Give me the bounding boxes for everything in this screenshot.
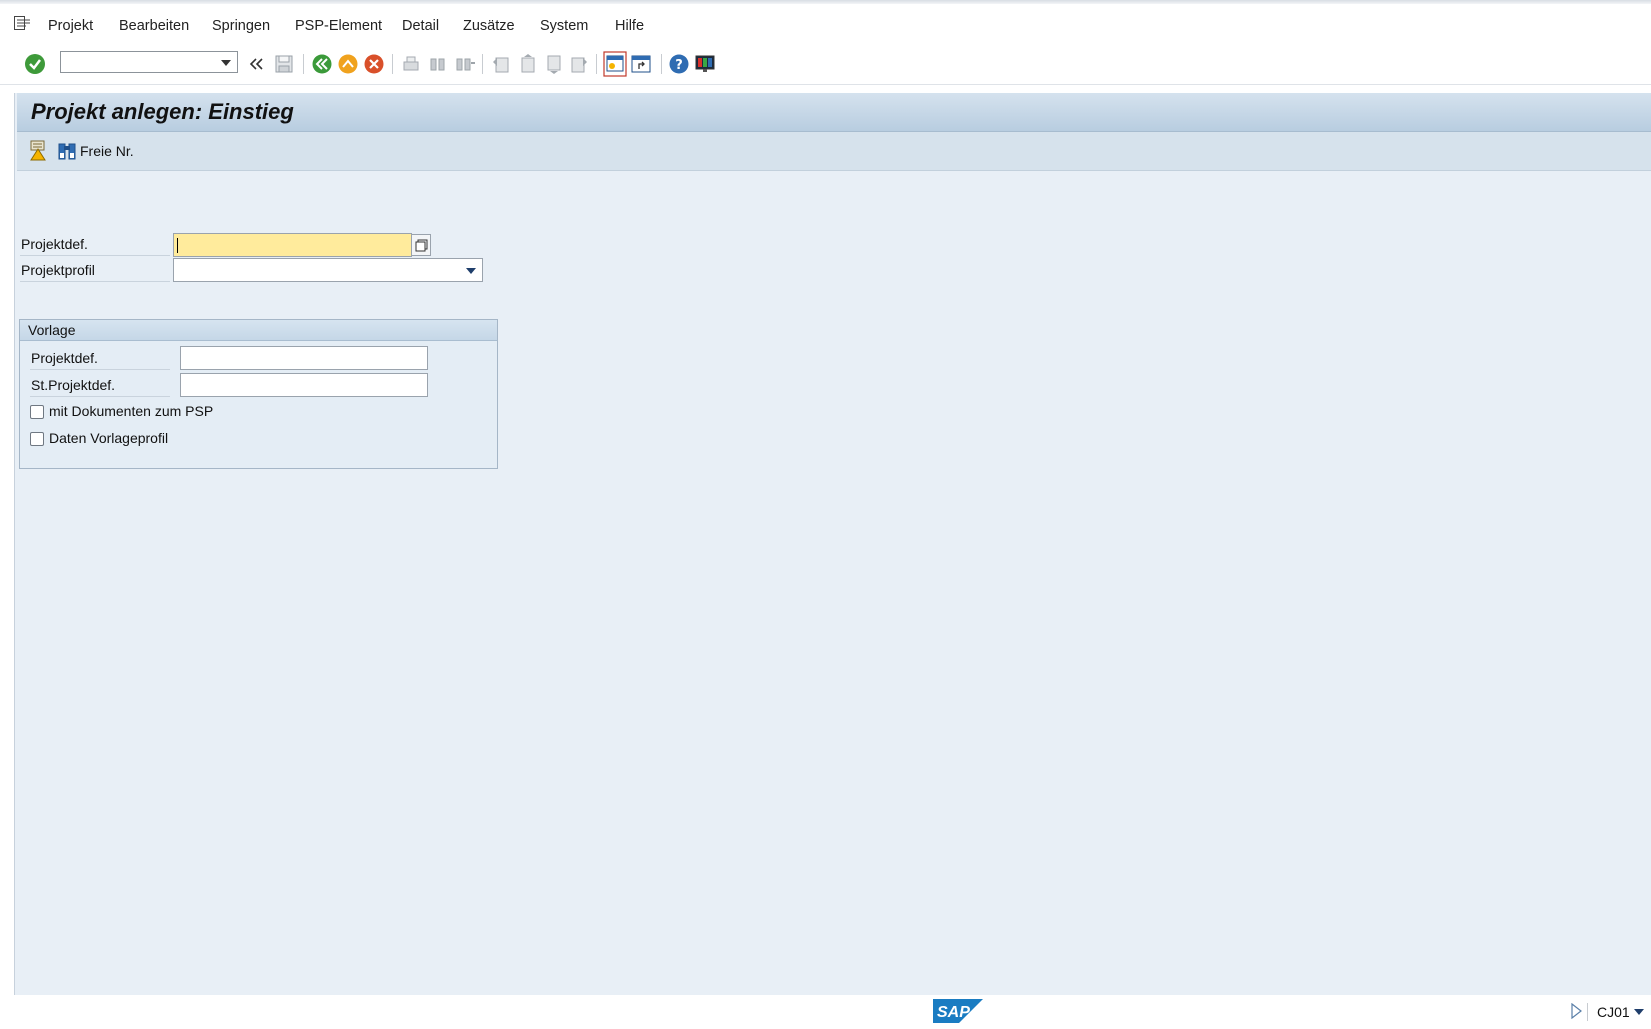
status-separator — [1587, 1003, 1588, 1021]
exit-icon[interactable] — [337, 53, 359, 75]
svg-text:?: ? — [675, 58, 683, 73]
menu-system[interactable]: System — [540, 18, 588, 34]
projektdef-label: Projektdef. — [21, 236, 88, 252]
print-icon[interactable] — [400, 53, 422, 75]
projektprofil-dropdown[interactable] — [173, 258, 483, 282]
daten-vorlageprofil-label: Daten Vorlageprofil — [49, 430, 169, 446]
cancel-icon[interactable] — [363, 53, 385, 75]
customize-layout-icon[interactable] — [694, 53, 716, 75]
transaction-code: CJ01 — [1597, 1004, 1630, 1020]
svg-text:SAP: SAP — [937, 1004, 970, 1021]
title-bar: Projekt anlegen: Einstieg — [17, 93, 1651, 132]
label-underline — [30, 396, 170, 397]
value-help-icon — [415, 239, 428, 252]
help-icon[interactable]: ? — [668, 53, 690, 75]
binoculars-icon[interactable] — [57, 140, 77, 162]
toolbar-separator — [482, 54, 483, 74]
label-underline — [20, 255, 170, 256]
projektprofil-label: Projektprofil — [21, 262, 95, 278]
menu-bar: Projekt Bearbeiten Springen PSP-Element … — [0, 4, 1651, 44]
back-icon[interactable] — [311, 53, 333, 75]
menu-psp-element[interactable]: PSP-Element — [295, 18, 382, 34]
create-session-icon[interactable] — [603, 51, 627, 77]
page-title: Projekt anlegen: Einstieg — [31, 99, 294, 124]
status-bar: SAP CJ01 — [0, 995, 1651, 1029]
menu-detail[interactable]: Detail — [402, 18, 439, 34]
generate-shortcut-icon[interactable] — [630, 53, 652, 75]
vorlage-projektdef-input[interactable] — [180, 346, 428, 370]
free-number-button[interactable]: Freie Nr. — [80, 143, 134, 159]
menu-springen[interactable]: Springen — [212, 18, 270, 34]
menu-hilfe[interactable]: Hilfe — [615, 18, 644, 34]
application-toolbar: Freie Nr. — [17, 132, 1651, 171]
main-screen-area: Projekt anlegen: Einstieg Freie Nr. Proj… — [14, 93, 1651, 995]
label-underline — [20, 281, 170, 282]
projektdef-input[interactable] — [173, 233, 412, 257]
st-projektdef-label: St.Projektdef. — [31, 377, 116, 393]
chevron-down-icon — [466, 268, 476, 274]
toolbar-separator — [661, 54, 662, 74]
system-menu-icon[interactable] — [14, 16, 32, 30]
value-help-button[interactable] — [411, 234, 431, 256]
daten-vorlageprofil-checkbox[interactable] — [30, 432, 44, 446]
find-icon[interactable] — [427, 53, 449, 75]
save-icon[interactable] — [273, 53, 295, 75]
previous-page-icon[interactable] — [516, 53, 538, 75]
standard-toolbar: ? — [0, 44, 1651, 85]
menu-bearbeiten[interactable]: Bearbeiten — [119, 18, 189, 34]
project-overview-icon[interactable] — [29, 140, 47, 162]
mit-dokumenten-label: mit Dokumenten zum PSP — [49, 403, 214, 419]
vorlage-group: Vorlage Projektdef. St.Projektdef. mit D… — [19, 319, 498, 469]
next-page-icon[interactable] — [542, 53, 564, 75]
vorlage-group-title: Vorlage — [28, 322, 76, 338]
menu-zusaetze[interactable]: Zusätze — [463, 18, 515, 34]
command-field[interactable] — [60, 51, 238, 73]
toolbar-separator — [392, 54, 393, 74]
first-page-icon[interactable] — [490, 53, 512, 75]
toolbar-separator — [303, 54, 304, 74]
text-caret — [177, 238, 178, 253]
last-page-icon[interactable] — [568, 53, 590, 75]
mit-dokumenten-checkbox[interactable] — [30, 405, 44, 419]
label-underline — [30, 369, 170, 370]
play-triangle-icon[interactable] — [1570, 1003, 1582, 1019]
collapse-chevron-icon[interactable] — [246, 53, 268, 75]
enter-checkmark-icon[interactable] — [24, 53, 46, 75]
vorlage-projektdef-label: Projektdef. — [31, 350, 98, 366]
st-projektdef-input[interactable] — [180, 373, 428, 397]
menu-projekt[interactable]: Projekt — [48, 18, 93, 34]
find-next-icon[interactable] — [454, 53, 476, 75]
chevron-down-icon[interactable] — [1634, 1009, 1644, 1015]
toolbar-separator — [596, 54, 597, 74]
command-dropdown-icon[interactable] — [221, 60, 231, 66]
vorlage-group-header: Vorlage — [20, 320, 497, 341]
sap-logo: SAP — [933, 999, 983, 1023]
